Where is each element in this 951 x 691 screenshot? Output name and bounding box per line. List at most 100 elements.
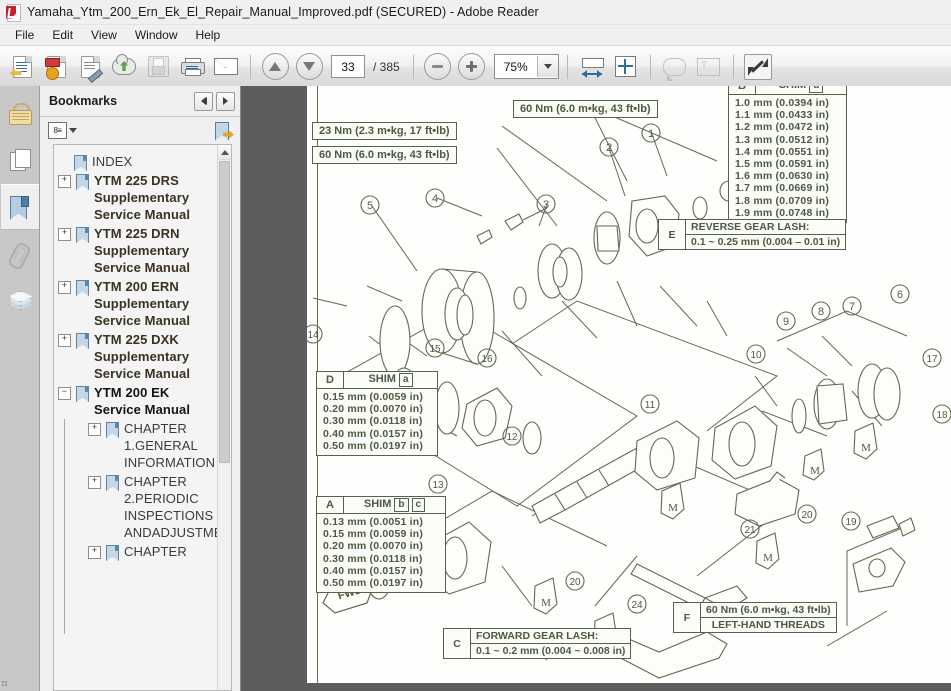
scroll-up-icon[interactable] xyxy=(218,145,231,160)
bookmarks-scrollbar[interactable] xyxy=(217,145,231,690)
menu-help[interactable]: Help xyxy=(187,27,230,43)
attachments-paperclip-icon[interactable] xyxy=(1,232,39,276)
expand-toggle[interactable]: + xyxy=(88,423,101,436)
menu-view[interactable]: View xyxy=(82,27,126,43)
shim-a-header: SHIM b c xyxy=(343,497,445,514)
svg-text:18: 18 xyxy=(936,410,948,421)
bookmark-label: YTM 225 DRS Supplementary Service Manual xyxy=(94,173,191,222)
bookmark-label: CHAPTER 1.GENERAL INFORMATION xyxy=(124,421,216,470)
expand-panel-icon[interactable] xyxy=(216,91,235,111)
create-pdf-icon[interactable] xyxy=(40,51,72,83)
main-toolbar: 33 / 385 75% T xyxy=(0,46,951,88)
workspace: Bookmarks 8≡ INDEX + YTM 225 DRS Supplem… xyxy=(0,86,951,691)
svg-text:3: 3 xyxy=(543,199,549,211)
zoom-out-icon[interactable] xyxy=(422,51,454,83)
bookmark-ytm-200-ek[interactable]: − YTM 200 EK Service Manual xyxy=(54,383,218,419)
menu-file[interactable]: File xyxy=(6,27,43,43)
collapse-panel-icon[interactable] xyxy=(194,91,213,111)
add-text-comment-icon[interactable]: T xyxy=(693,51,725,83)
next-page-icon[interactable] xyxy=(293,51,325,83)
shim-d-values: 0.15 mm (0.0059 in) 0.20 mm (0.0070 in) … xyxy=(323,391,424,452)
lash-c-letter: C xyxy=(444,629,471,658)
expand-toggle[interactable]: + xyxy=(88,546,101,559)
svg-text:12: 12 xyxy=(506,432,518,443)
zoom-in-icon[interactable] xyxy=(456,51,488,83)
bookmark-label: YTM 200 EK Service Manual xyxy=(94,385,191,417)
bookmarks-icon[interactable] xyxy=(0,184,39,230)
bookmark-ytm-200-ern[interactable]: + YTM 200 ERN Supplementary Service Manu… xyxy=(54,277,218,330)
bookmark-label: INDEX xyxy=(92,154,133,169)
expand-toggle[interactable]: + xyxy=(58,281,71,294)
add-comment-icon[interactable] xyxy=(659,51,691,83)
previous-page-icon[interactable] xyxy=(259,51,291,83)
page-number-input[interactable]: 33 xyxy=(331,55,365,78)
shim-tag-b: b xyxy=(394,498,409,512)
torque-callout-left-2: 60 Nm (6.0 m•kg, 43 ft•lb) xyxy=(312,146,457,164)
bookmark-label: YTM 200 ERN Supplementary Service Manual xyxy=(94,279,191,328)
chevron-down-icon[interactable] xyxy=(536,56,558,77)
bookmark-label: CHAPTER xyxy=(124,544,187,559)
svg-text:6: 6 xyxy=(897,289,903,301)
page-total-label: / 385 xyxy=(373,59,400,74)
svg-text:11: 11 xyxy=(645,400,656,411)
fit-page-icon[interactable] xyxy=(610,51,642,83)
shim-d-letter: D xyxy=(317,372,344,389)
bookmarks-panel: Bookmarks 8≡ INDEX + YTM 225 DRS Supplem… xyxy=(40,86,241,691)
menu-edit[interactable]: Edit xyxy=(43,27,82,43)
bookmark-icon xyxy=(76,386,89,402)
security-lock-icon[interactable] xyxy=(1,92,39,136)
expand-toggle[interactable]: + xyxy=(88,476,101,489)
bookmarks-toolbar: 8≡ xyxy=(40,117,240,144)
expand-toggle[interactable]: + xyxy=(58,175,71,188)
layers-icon[interactable] xyxy=(1,278,39,322)
zoom-level-combobox[interactable]: 75% xyxy=(493,54,559,79)
bookmark-icon xyxy=(106,475,119,491)
print-icon[interactable] xyxy=(176,51,208,83)
expand-toggle[interactable]: + xyxy=(58,334,71,347)
fit-width-icon[interactable] xyxy=(576,51,608,83)
bookmark-label: YTM 225 DXK Supplementary Service Manual xyxy=(94,332,191,381)
bookmark-icon xyxy=(76,280,89,296)
expand-toggle[interactable]: + xyxy=(58,228,71,241)
pdf-page: 12 34 5 67 89 10 11 12 13 14 15 16 17 18 19 2… xyxy=(307,86,951,691)
email-icon[interactable] xyxy=(210,51,242,83)
bookmark-ytm-225-dxk[interactable]: + YTM 225 DXK Supplementary Service Manu… xyxy=(54,330,218,383)
svg-text:9: 9 xyxy=(783,316,789,328)
lash-f-title: 60 Nm (6.0 m•kg, 43 ft•lb) xyxy=(700,603,836,618)
save-icon[interactable] xyxy=(142,51,174,83)
svg-text:21: 21 xyxy=(744,525,756,536)
expand-window-icon[interactable] xyxy=(742,51,774,83)
bookmark-ytm-225-drs[interactable]: + YTM 225 DRS Supplementary Service Manu… xyxy=(54,171,218,224)
viewer-bottom-bar xyxy=(241,683,951,691)
resize-grip[interactable] xyxy=(2,681,10,689)
shim-a-letter: A xyxy=(317,497,344,514)
edit-pdf-icon[interactable] xyxy=(74,51,106,83)
bookmark-index[interactable]: INDEX xyxy=(54,152,218,171)
lash-f-letter: F xyxy=(674,603,701,632)
svg-text:10: 10 xyxy=(750,350,762,361)
torque-callout-top: 60 Nm (6.0 m•kg, 43 ft•lb) xyxy=(513,100,658,118)
open-recent-icon[interactable] xyxy=(6,51,38,83)
toolbar-separator-2 xyxy=(412,54,414,79)
toolbar-separator-4 xyxy=(649,54,651,79)
window-title: Yamaha_Ytm_200_Ern_Ek_El_Repair_Manual_I… xyxy=(27,5,539,19)
shim-a-table: A SHIM b c 0.13 mm (0.0051 in) 0.15 mm (0.… xyxy=(316,496,446,594)
cloud-upload-icon[interactable] xyxy=(108,51,140,83)
bookmark-chapter-3[interactable]: + CHAPTER xyxy=(54,542,218,561)
bookmark-options-icon[interactable]: 8≡ xyxy=(48,122,77,139)
bookmark-ytm-225-drn[interactable]: + YTM 225 DRN Supplementary Service Manu… xyxy=(54,224,218,277)
menu-window[interactable]: Window xyxy=(126,27,187,43)
bookmark-chapter-2[interactable]: + CHAPTER 2.PERIODIC INSPECTIONS ANDADJU… xyxy=(54,472,218,542)
document-viewer[interactable]: 12 34 5 67 89 10 11 12 13 14 15 16 17 18 19 2… xyxy=(241,86,951,691)
bookmark-icon xyxy=(106,422,119,438)
svg-text:19: 19 xyxy=(845,517,857,528)
bookmark-icon xyxy=(74,155,87,171)
scrollbar-thumb[interactable] xyxy=(219,161,230,463)
collapse-toggle[interactable]: − xyxy=(58,387,71,400)
page-thumbnails-icon[interactable] xyxy=(1,138,39,182)
new-bookmark-icon[interactable] xyxy=(215,121,234,141)
svg-text:M: M xyxy=(668,502,678,514)
bookmark-chapter-1[interactable]: + CHAPTER 1.GENERAL INFORMATION xyxy=(54,419,218,472)
svg-text:4: 4 xyxy=(432,193,438,205)
bookmarks-panel-header: Bookmarks xyxy=(40,86,240,117)
